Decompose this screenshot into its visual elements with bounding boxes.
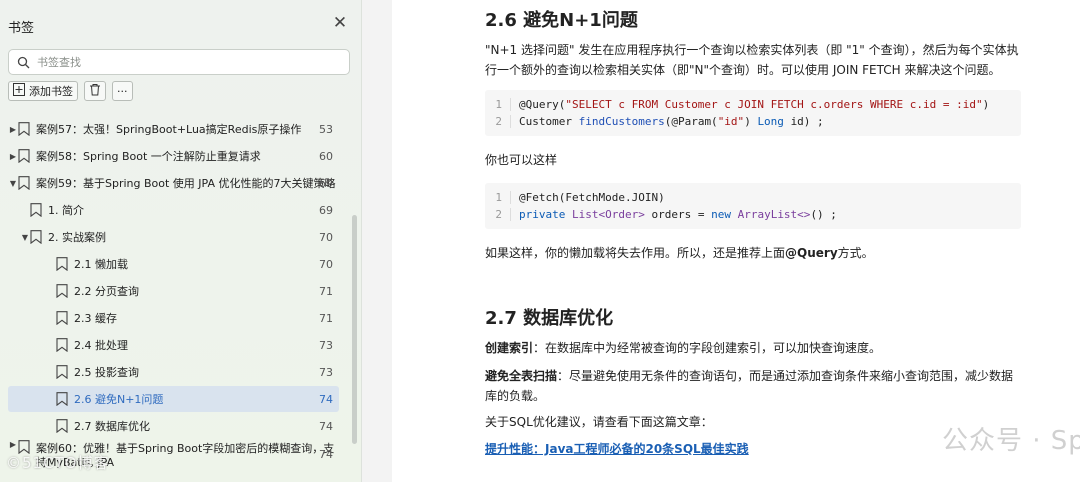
bookmark-icon (30, 203, 42, 217)
bookmark-item[interactable]: 2.5 投影查询 73 (8, 359, 339, 385)
collapse-arrow-icon[interactable]: ▶ (8, 152, 18, 161)
bookmark-item[interactable]: 2.4 批处理 73 (8, 332, 339, 358)
lazy-load-note: 如果这样，你的懒加载将失去作用。所以，还是推荐上面@Query方式。 (485, 246, 874, 260)
bookmark-label: 案例58：Spring Boot 一个注解防止重复请求 (36, 150, 261, 163)
bookmark-item[interactable]: 1. 简介 69 (8, 197, 339, 223)
bookmark-item[interactable]: 2.6 避免N+1问题 74 (8, 386, 339, 412)
bookmark-page-number: 73 (319, 338, 333, 352)
bookmark-label: 案例59：基于Spring Boot 使用 JPA 优化性能的7大关键策略 (36, 177, 336, 190)
delete-bookmark-button[interactable] (84, 81, 106, 101)
bookmark-page-number: 70 (319, 257, 333, 271)
expand-arrow-icon[interactable]: ▼ (20, 233, 30, 242)
close-icon[interactable]: ✕ (331, 14, 349, 32)
sql-advice-text: 关于SQL优化建议，请查看下面这篇文章： (485, 415, 713, 429)
bookmark-item[interactable]: ▶ 案例58：Spring Boot 一个注解防止重复请求 60 (8, 143, 339, 169)
article-link[interactable]: 提升性能：Java工程师必备的20条SQL最佳实践 (485, 442, 749, 456)
index-paragraph: 创建索引：在数据库中为经常被查询的字段创建索引，可以加快查询速度。 (485, 341, 882, 355)
bookmark-page-number: 74 (319, 448, 333, 461)
document-view: 2.6 避免N+1问题 "N+1 选择问题" 发生在应用程序执行一个查询以检索实… (392, 0, 1080, 482)
full-scan-paragraph: 避免全表扫描：尽量避免使用无条件的查询语句，而是通过添加查询条件来缩小查询范围，… (485, 369, 1014, 403)
sidebar-scrollbar[interactable] (352, 215, 357, 444)
more-icon: ··· (117, 84, 128, 98)
bookmark-label: 1. 简介 (48, 204, 84, 217)
bookmark-sidebar: 书签 ✕ 添加书签 ··· ▶ 案例57：太强！SpringBoot+Lua搞定R… (0, 0, 362, 482)
bookmark-icon (56, 257, 68, 271)
bookmark-icon (18, 122, 30, 136)
bookmark-search-input[interactable] (37, 55, 337, 69)
code-block-fetch: 1 @Fetch(FetchMode.JOIN) 2 private List<… (485, 183, 1021, 229)
bookmark-item[interactable]: ▼ 案例59：基于Spring Boot 使用 JPA 优化性能的7大关键策略 69 (8, 170, 339, 196)
bookmark-icon (56, 311, 68, 325)
bookmark-label: 2.1 懒加载 (74, 258, 128, 271)
code-line: 2 private List<Order> orders = new Array… (485, 206, 1021, 223)
bookmark-label: 2. 实战案例 (48, 231, 106, 244)
add-bookmark-icon (13, 83, 25, 99)
bookmark-page-number: 74 (319, 392, 333, 406)
watermark-right: 公众号 · Spring全家桶实战案例源码 (942, 426, 1080, 456)
bookmark-label: 2.4 批处理 (74, 339, 128, 352)
expand-arrow-icon[interactable]: ▼ (8, 179, 18, 188)
bookmark-icon (18, 176, 30, 190)
bookmark-item[interactable]: 2.1 懒加载 70 (8, 251, 339, 277)
bookmark-toolbar: 添加书签 ··· (8, 81, 133, 101)
bookmark-icon (18, 149, 30, 163)
bookmark-icon (56, 365, 68, 379)
bookmark-icon (30, 230, 42, 244)
add-bookmark-button[interactable]: 添加书签 (8, 81, 78, 101)
bookmark-label: 2.2 分页查询 (74, 285, 139, 298)
bookmark-page-number: 53 (319, 122, 333, 136)
add-bookmark-label: 添加书签 (29, 85, 73, 98)
bookmark-page-number: 71 (319, 284, 333, 298)
bookmark-label: 2.5 投影查询 (74, 366, 139, 379)
bookmark-icon (56, 284, 68, 298)
section-title-2-7: 2.7 数据库优化 (485, 308, 614, 329)
code-block-query: 1 @Query("SELECT c FROM Customer c JOIN … (485, 90, 1021, 136)
bookmark-list: ▶ 案例57：太强！SpringBoot+Lua搞定Redis原子操作 53 ▶ 案例5… (0, 116, 350, 482)
section-title-2-6: 2.6 避免N+1问题 (485, 10, 638, 31)
bookmark-label: 2.6 避免N+1问题 (74, 393, 164, 406)
bookmark-icon (56, 419, 68, 433)
bookmark-page-number: 73 (319, 365, 333, 379)
bookmark-icon (56, 338, 68, 352)
bookmark-page-number: 69 (319, 203, 333, 217)
sidebar-title: 书签 (8, 21, 35, 36)
collapse-arrow-icon[interactable]: ▶ (8, 125, 18, 134)
trash-icon (89, 83, 101, 99)
bookmark-label: 2.7 数据库优化 (74, 420, 150, 433)
code-line: 1 @Fetch(FetchMode.JOIN) (485, 189, 1021, 206)
bookmark-page-number: 74 (319, 419, 333, 433)
bookmark-page-number: 69 (319, 176, 333, 190)
bookmark-label: 案例57：太强！SpringBoot+Lua搞定Redis原子操作 (36, 123, 302, 136)
bookmark-icon (56, 392, 68, 406)
bookmark-item[interactable]: 2.3 缓存 71 (8, 305, 339, 331)
code-line: 2 Customer findCustomers (@Param("id") Lo… (485, 113, 1021, 130)
panel-gutter (362, 0, 392, 482)
article-link-wrap: 提升性能：Java工程师必备的20条SQL最佳实践 (485, 439, 1021, 459)
bookmark-page-number: 71 (319, 311, 333, 325)
bookmark-item[interactable]: ▼ 2. 实战案例 70 (8, 224, 339, 250)
bookmark-item[interactable]: ▶ 案例57：太强！SpringBoot+Lua搞定Redis原子操作 53 (8, 116, 339, 142)
watermark-left: ©51CTO博客 (6, 454, 110, 472)
more-options-button[interactable]: ··· (112, 81, 133, 101)
bookmark-label: 2.3 缓存 (74, 312, 117, 325)
search-icon (9, 56, 37, 69)
you-can-text: 你也可以这样 (485, 153, 558, 167)
bookmark-page-number: 60 (319, 149, 333, 163)
code-line: 1 @Query("SELECT c FROM Customer c JOIN … (485, 96, 1021, 113)
bookmark-page-number: 70 (319, 230, 333, 244)
n-plus-one-paragraph: "N+1 选择问题" 发生在应用程序执行一个查询以检索实体列表（即 "1" 个查… (485, 43, 1019, 77)
bookmark-item[interactable]: 2.2 分页查询 71 (8, 278, 339, 304)
bookmark-item[interactable]: 2.7 数据库优化 74 (8, 413, 339, 439)
bookmark-search-box[interactable] (8, 49, 350, 75)
collapse-arrow-icon[interactable]: ▶ (8, 440, 18, 449)
